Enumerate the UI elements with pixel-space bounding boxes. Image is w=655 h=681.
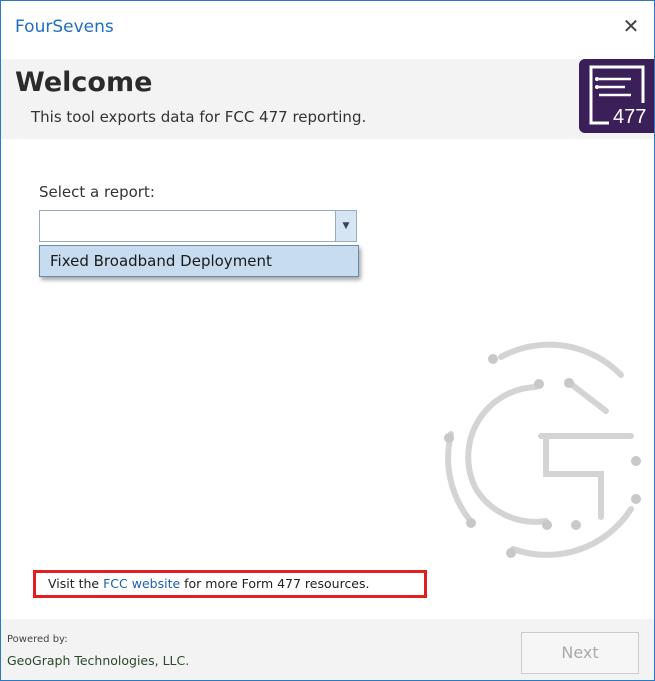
- fcc-website-link[interactable]: FCC website: [103, 576, 180, 591]
- report-select-label: Select a report:: [39, 183, 155, 201]
- logo-text: 477: [613, 106, 646, 128]
- close-button[interactable]: ✕: [620, 15, 642, 37]
- title-bar: FourSevens ✕: [1, 1, 654, 59]
- next-button[interactable]: Next: [521, 632, 639, 674]
- footer: Powered by: GeoGraph Technologies, LLC. …: [1, 619, 654, 680]
- app-logo: 477: [579, 59, 654, 133]
- page-subtitle: This tool exports data for FCC 477 repor…: [31, 108, 367, 126]
- welcome-header: Welcome This tool exports data for FCC 4…: [1, 59, 654, 139]
- company-name: GeoGraph Technologies, LLC.: [7, 653, 190, 668]
- note-prefix: Visit the: [48, 576, 104, 591]
- report-select[interactable]: ▼: [39, 210, 357, 242]
- page-title: Welcome: [15, 67, 153, 98]
- app-window: FourSevens ✕ Welcome This tool exports d…: [0, 0, 655, 681]
- geograph-g-logo-icon: [444, 341, 641, 558]
- report-dropdown-list: Fixed Broadband Deployment: [39, 245, 359, 277]
- fcc-resources-note: Visit the FCC website for more Form 477 …: [33, 570, 427, 598]
- chevron-down-icon[interactable]: ▼: [335, 211, 356, 241]
- main-content: Select a report: ▼ Fixed Broadband Deplo…: [1, 139, 654, 619]
- app-title: FourSevens: [15, 17, 114, 37]
- note-suffix: for more Form 477 resources.: [180, 576, 370, 591]
- dropdown-option-fixed-broadband[interactable]: Fixed Broadband Deployment: [50, 252, 272, 270]
- powered-by-label: Powered by:: [7, 634, 68, 645]
- list-doc-icon: 477: [589, 65, 649, 128]
